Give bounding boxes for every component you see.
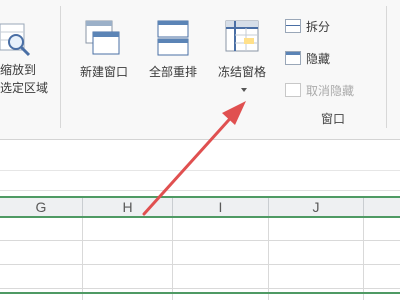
column-header-g[interactable]: G: [0, 198, 82, 216]
group-label-window: 窗口: [321, 112, 346, 126]
arrange-all-icon: [157, 20, 189, 56]
column-header-i[interactable]: I: [173, 198, 268, 216]
freeze-panes-label: 冻结窗格: [217, 65, 266, 79]
freeze-panes-icon: [225, 20, 259, 52]
unhide-icon: [285, 83, 301, 97]
new-window-icon: [85, 20, 120, 55]
hide-button[interactable]: 隐藏: [285, 48, 330, 68]
unhide-label: 取消隐藏: [306, 83, 355, 98]
column-line: [363, 218, 364, 300]
cell-grid[interactable]: [0, 218, 400, 300]
column-divider: [363, 198, 364, 216]
column-header-j[interactable]: J: [269, 198, 363, 216]
column-line: [172, 218, 173, 300]
split-icon: [285, 19, 301, 33]
arrange-all-label: 全部重排: [148, 65, 197, 79]
zoom-selection-label-2: 选定区域: [0, 81, 49, 95]
formula-area: [0, 141, 400, 191]
zoom-to-selection-icon: [0, 23, 31, 57]
divider: [0, 170, 400, 171]
split-button[interactable]: 拆分: [285, 16, 330, 36]
column-header-h[interactable]: H: [83, 198, 172, 216]
column-line: [268, 218, 269, 300]
unhide-button[interactable]: 取消隐藏: [285, 80, 354, 100]
zoom-selection-label-1: 缩放到: [0, 63, 37, 77]
hide-label: 隐藏: [306, 51, 331, 66]
row-line: [0, 264, 400, 265]
column-header-row: G H I J: [0, 196, 400, 218]
column-line: [82, 218, 83, 300]
freeze-line: [0, 292, 400, 294]
split-label: 拆分: [306, 19, 331, 34]
row-line: [0, 240, 400, 241]
new-window-label: 新建窗口: [79, 65, 128, 79]
ribbon: 缩放到 选定区域 新建窗口 全部重排 冻结窗格 拆分 隐藏 取消隐藏 窗口: [0, 0, 400, 140]
group-separator: [60, 6, 61, 128]
row-line: [0, 288, 400, 289]
chevron-down-icon[interactable]: [241, 88, 247, 92]
group-separator: [386, 6, 387, 128]
hide-icon: [285, 51, 301, 65]
